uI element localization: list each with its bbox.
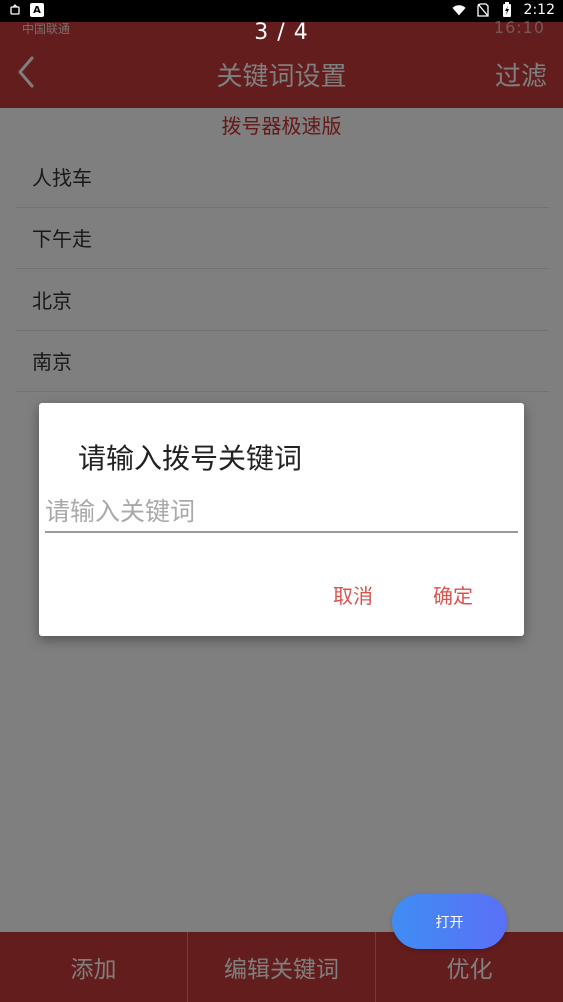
dialog-title: 请输入拨号关键词	[78, 442, 303, 475]
notification-icon	[8, 3, 22, 17]
a-badge-icon: A	[30, 3, 44, 17]
confirm-button[interactable]: 确定	[433, 580, 473, 609]
system-status-bar: A 2:12	[0, 0, 563, 22]
wifi-icon	[451, 3, 466, 17]
cancel-button[interactable]: 取消	[333, 580, 373, 609]
battery-charging-icon	[500, 2, 514, 17]
keyword-input[interactable]	[45, 491, 518, 533]
status-time: 2:12	[523, 2, 555, 18]
keyword-input-dialog: 请输入拨号关键词 取消 确定	[39, 403, 524, 636]
open-fab-button[interactable]: 打开	[392, 894, 507, 949]
no-sim-icon	[476, 3, 490, 17]
status-left-icons: A	[8, 3, 44, 17]
page-indicator: 3 / 4	[254, 20, 309, 45]
status-right-icons: 2:12	[451, 2, 555, 18]
